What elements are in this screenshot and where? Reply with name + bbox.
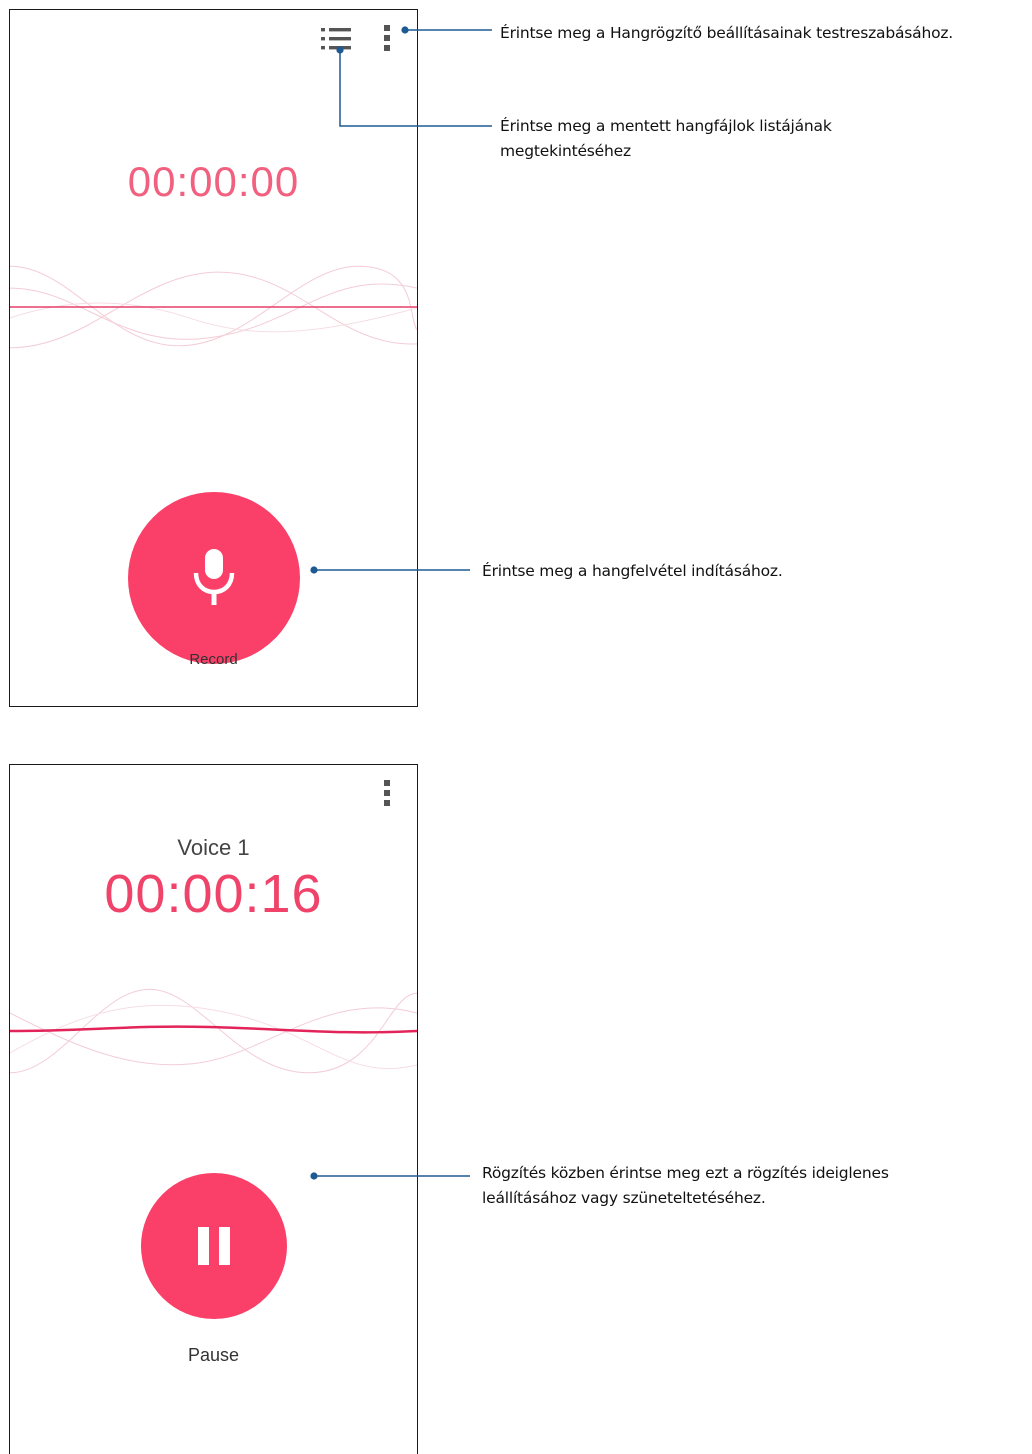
callout-file-list-line1: Érintse meg a mentett hangfájlok listájá… [500, 117, 832, 135]
callout-file-list: Érintse meg a mentett hangfájlok listájá… [500, 114, 832, 164]
callout-leader-lines [310, 26, 492, 1180]
callout-pause-line1: Rögzítés közben érintse meg ezt a rögzít… [482, 1164, 889, 1182]
callout-settings: Érintse meg a Hangrögzítő beállításainak… [500, 24, 954, 42]
callout-pause: Rögzítés közben érintse meg ezt a rögzít… [482, 1161, 889, 1211]
callout-pause-line2: leállításához vagy szüneteltetéséhez. [482, 1189, 766, 1207]
callout-file-list-line2: megtekintéséhez [500, 142, 631, 160]
callout-record: Érintse meg a hangfelvétel indításához. [482, 562, 783, 580]
